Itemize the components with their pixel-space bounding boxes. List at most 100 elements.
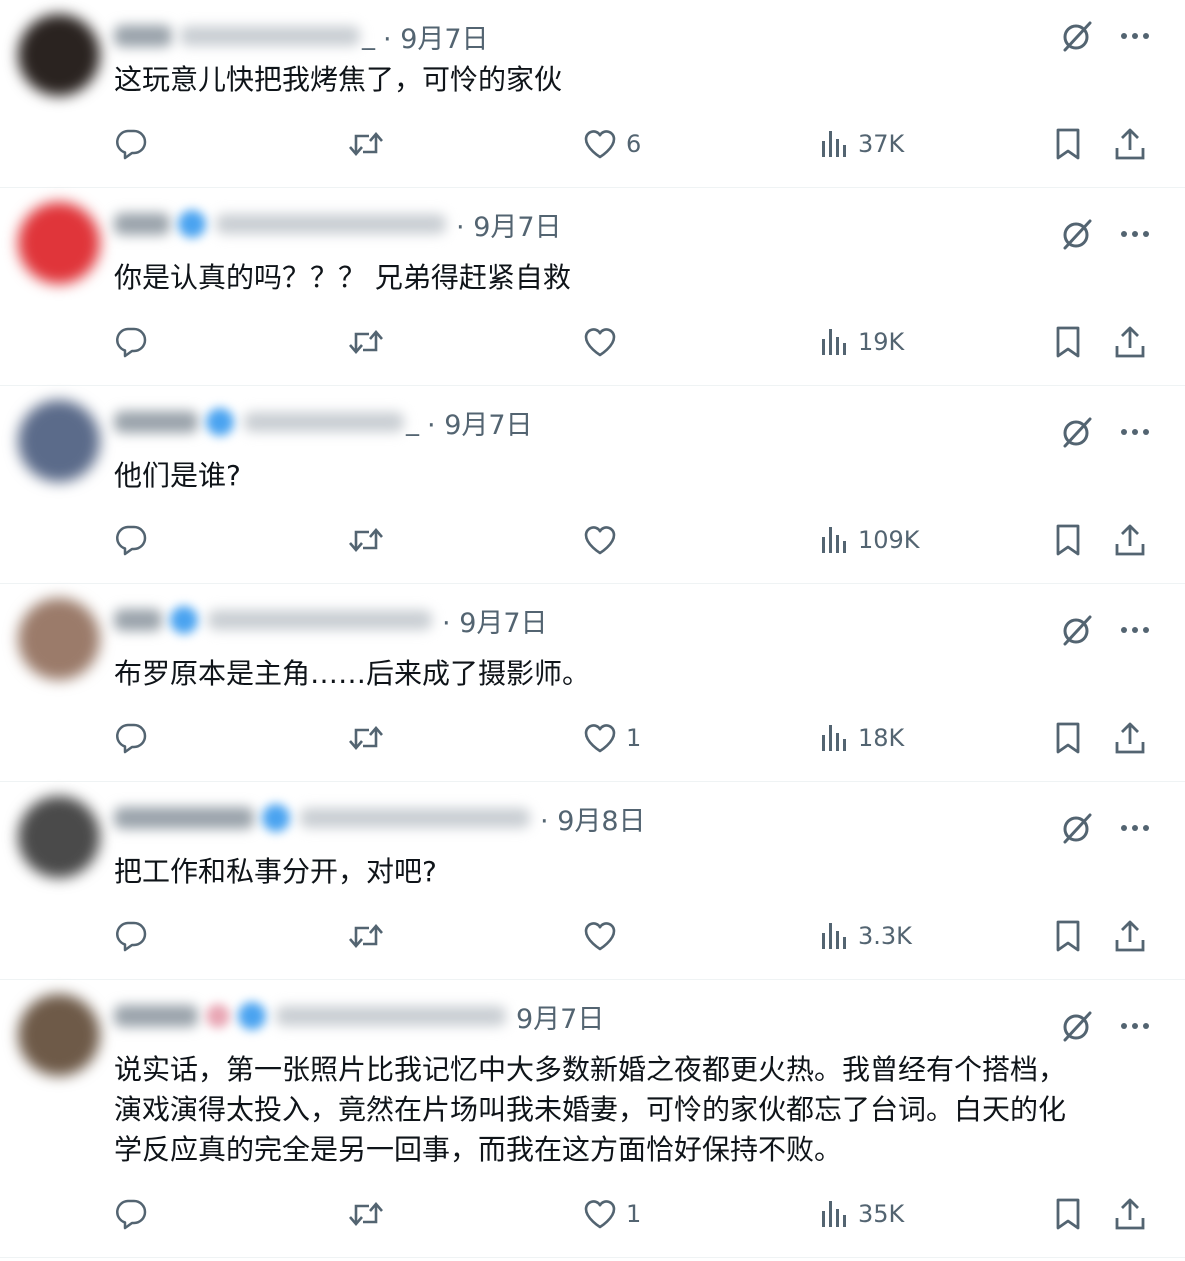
display-name-redacted[interactable] (114, 609, 162, 631)
views-button[interactable]: 3.3K (818, 914, 912, 958)
display-name-redacted[interactable] (114, 411, 198, 433)
share-button[interactable] (1112, 1192, 1148, 1236)
grok-button[interactable] (1055, 212, 1099, 256)
timestamp[interactable]: 9月7日 (516, 997, 604, 1036)
more-button[interactable] (1113, 14, 1157, 58)
timestamp[interactable]: · 9月7日 (383, 17, 489, 56)
like-button[interactable] (582, 320, 626, 364)
reply-header: _ · 9月7日 (114, 16, 489, 56)
timestamp[interactable]: · 9月7日 (456, 205, 562, 244)
like-button[interactable] (582, 518, 626, 562)
display-name-redacted[interactable] (114, 807, 254, 829)
bookmark-button[interactable] (1052, 1192, 1084, 1236)
reply-text: 你是认真的吗？？？ 兄弟得赶紧自救 (114, 261, 571, 294)
reply-icon (116, 1199, 147, 1230)
like-button[interactable]: 1 (582, 716, 641, 760)
share-icon (1115, 722, 1145, 754)
reply-button[interactable] (114, 914, 148, 958)
grok-button[interactable] (1055, 1004, 1099, 1048)
bookmark-icon (1056, 524, 1080, 556)
like-button[interactable]: 6 (582, 122, 641, 166)
reply-item[interactable]: · 9月8日 把工作和私事分开，对吧? 3.3K (0, 782, 1185, 980)
handle-redacted[interactable] (216, 214, 446, 234)
reply-button[interactable] (114, 1192, 148, 1236)
share-button[interactable] (1112, 518, 1148, 562)
reply-text: 这玩意儿快把我烤焦了，可怜的家伙 (114, 63, 563, 96)
bookmark-button[interactable] (1052, 914, 1084, 958)
handle-tail: _ (406, 407, 419, 437)
retweet-button[interactable] (346, 1192, 386, 1236)
grok-icon (1063, 1011, 1092, 1042)
display-name-redacted[interactable] (114, 1005, 198, 1027)
retweet-button[interactable] (346, 320, 386, 364)
timestamp[interactable]: · 9月7日 (442, 601, 548, 640)
reply-header: 9月7日 (114, 996, 604, 1036)
share-button[interactable] (1112, 122, 1148, 166)
verified-badge (206, 408, 234, 436)
bookmark-button[interactable] (1052, 716, 1084, 760)
handle-redacted[interactable] (300, 808, 530, 828)
retweet-button[interactable] (346, 914, 386, 958)
reply-text: 把工作和私事分开，对吧? (114, 855, 437, 888)
view-count: 3.3K (858, 922, 912, 950)
retweet-icon (349, 726, 383, 750)
share-button[interactable] (1112, 914, 1148, 958)
more-button[interactable] (1113, 212, 1157, 256)
retweet-button[interactable] (346, 122, 386, 166)
grok-button[interactable] (1055, 806, 1099, 850)
reply-item[interactable]: 9月7日 说实话，第一张照片比我记忆中大多数新婚之夜都更火热。我曾经有个搭档， … (0, 980, 1185, 1258)
share-button[interactable] (1112, 320, 1148, 364)
retweet-button[interactable] (346, 716, 386, 760)
handle-redacted[interactable] (244, 412, 404, 432)
more-button[interactable] (1113, 1004, 1157, 1048)
timestamp[interactable]: · 9月7日 (427, 403, 533, 442)
reply-item[interactable]: · 9月7日 你是认真的吗？？？ 兄弟得赶紧自救 19K (0, 188, 1185, 386)
avatar[interactable] (18, 994, 100, 1076)
more-button[interactable] (1113, 410, 1157, 454)
views-button[interactable]: 19K (818, 320, 904, 364)
avatar[interactable] (18, 598, 100, 680)
grok-button[interactable] (1055, 608, 1099, 652)
views-button[interactable]: 37K (818, 122, 904, 166)
views-button[interactable]: 35K (818, 1192, 904, 1236)
avatar[interactable] (18, 400, 100, 482)
reply-item[interactable]: _ · 9月7日 他们是谁? 109K (0, 386, 1185, 584)
handle-redacted[interactable] (180, 26, 360, 46)
retweet-icon (349, 924, 383, 948)
like-count: 1 (626, 1200, 642, 1228)
timestamp[interactable]: · 9月8日 (540, 799, 646, 838)
grok-button[interactable] (1055, 14, 1099, 58)
handle-redacted[interactable] (208, 610, 432, 630)
like-button[interactable]: 1 (582, 1192, 641, 1236)
more-button[interactable] (1113, 608, 1157, 652)
views-icon (822, 527, 846, 553)
display-name-redacted[interactable] (114, 213, 170, 235)
reply-button[interactable] (114, 518, 148, 562)
bookmark-button[interactable] (1052, 518, 1084, 562)
reply-button[interactable] (114, 716, 148, 760)
avatar[interactable] (18, 796, 100, 878)
view-count: 37K (858, 130, 905, 158)
view-count: 35K (858, 1200, 905, 1228)
bookmark-button[interactable] (1052, 122, 1084, 166)
avatar[interactable] (18, 14, 100, 96)
views-button[interactable]: 109K (818, 518, 920, 562)
bookmark-button[interactable] (1052, 320, 1084, 364)
handle-redacted[interactable] (276, 1006, 506, 1026)
display-name-redacted[interactable] (114, 25, 172, 47)
more-button[interactable] (1113, 806, 1157, 850)
grok-button[interactable] (1055, 410, 1099, 454)
reply-item[interactable]: · 9月7日 布罗原本是主角……后来成了摄影师。 1 18K (0, 584, 1185, 782)
more-icon (1121, 627, 1149, 633)
views-button[interactable]: 18K (818, 716, 904, 760)
retweet-button[interactable] (346, 518, 386, 562)
like-button[interactable] (582, 914, 626, 958)
avatar[interactable] (18, 202, 100, 284)
reply-button[interactable] (114, 122, 148, 166)
share-button[interactable] (1112, 716, 1148, 760)
reply-header: · 9月8日 (114, 798, 646, 838)
reply-item[interactable]: _ · 9月7日 这玩意儿快把我烤焦了，可怜的家伙 6 37K (0, 0, 1185, 188)
reply-icon (116, 327, 147, 358)
like-icon (584, 130, 616, 159)
reply-button[interactable] (114, 320, 148, 364)
